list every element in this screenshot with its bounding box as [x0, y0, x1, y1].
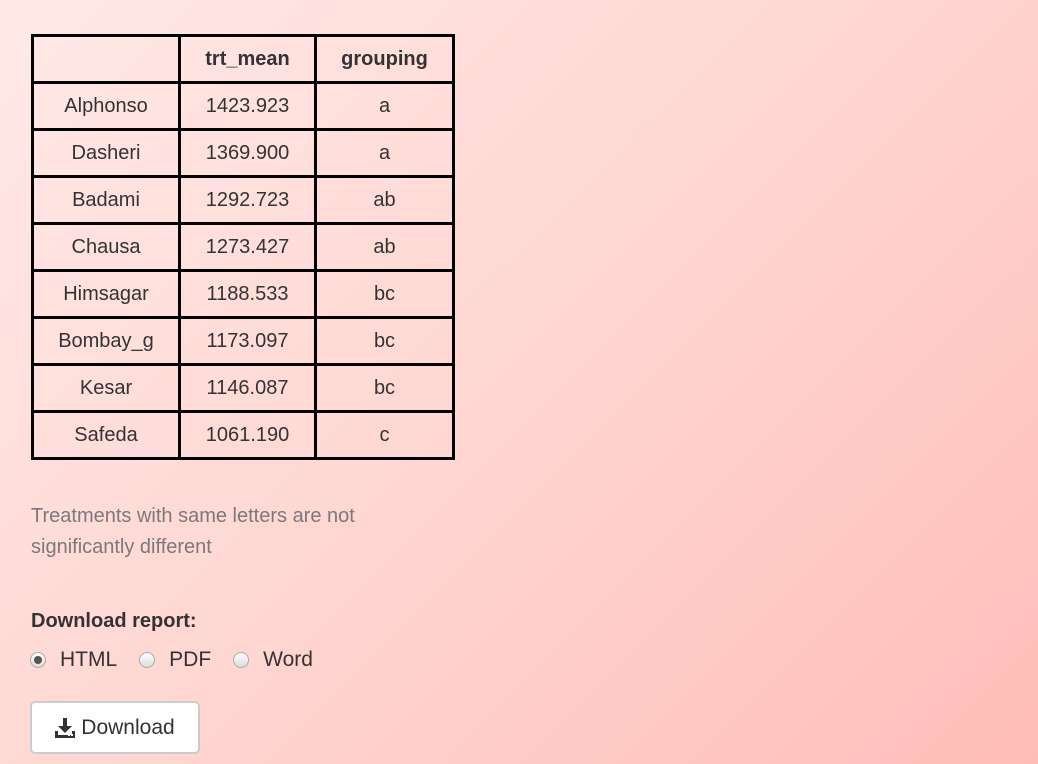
- cell-trt-mean: 1173.097: [178, 316, 317, 366]
- radio-option-word[interactable]: Word: [233, 648, 313, 672]
- table-row: Chausa 1273.427 ab: [31, 222, 455, 272]
- cell-grouping: bc: [314, 316, 455, 366]
- download-icon: [55, 717, 76, 739]
- table-row: Himsagar 1188.533 bc: [31, 269, 455, 319]
- table-header-row: trt_mean grouping: [31, 34, 455, 84]
- cell-trt-mean: 1423.923: [178, 81, 317, 131]
- radio-button-pdf[interactable]: [139, 652, 156, 668]
- results-table-container: trt_mean grouping Alphonso 1423.923 a Da…: [31, 34, 455, 460]
- cell-treatment: Safeda: [31, 410, 181, 460]
- radio-option-html[interactable]: HTML: [30, 648, 117, 672]
- cell-grouping: ab: [314, 222, 455, 272]
- cell-treatment: Kesar: [31, 363, 181, 413]
- cell-grouping: a: [314, 128, 455, 178]
- table-row: Kesar 1146.087 bc: [31, 363, 455, 413]
- cell-grouping: bc: [314, 269, 455, 319]
- header-grouping: grouping: [314, 34, 455, 84]
- cell-trt-mean: 1273.427: [178, 222, 317, 272]
- cell-treatment: Badami: [31, 175, 181, 225]
- table-row: Bombay_g 1173.097 bc: [31, 316, 455, 366]
- cell-grouping: a: [314, 81, 455, 131]
- download-button-label: Download: [81, 715, 175, 739]
- radio-label-pdf: PDF: [169, 648, 212, 671]
- radio-button-word[interactable]: [233, 652, 250, 668]
- results-table: trt_mean grouping Alphonso 1423.923 a Da…: [31, 34, 455, 460]
- download-report-label: Download report:: [31, 610, 197, 632]
- table-row: Safeda 1061.190 c: [31, 410, 455, 460]
- radio-label-word: Word: [263, 648, 313, 671]
- download-button[interactable]: Download: [30, 701, 200, 754]
- cell-treatment: Chausa: [31, 222, 181, 272]
- cell-trt-mean: 1369.900: [178, 128, 317, 178]
- cell-trt-mean: 1292.723: [178, 175, 317, 225]
- radio-label-html: HTML: [60, 648, 118, 671]
- report-format-radio-group: HTML PDF Word: [30, 648, 335, 672]
- cell-treatment: Bombay_g: [31, 316, 181, 366]
- cell-treatment: Dasheri: [31, 128, 181, 178]
- cell-grouping: ab: [314, 175, 455, 225]
- table-row: Dasheri 1369.900 a: [31, 128, 455, 178]
- cell-grouping: bc: [314, 363, 455, 413]
- table-row: Badami 1292.723 ab: [31, 175, 455, 225]
- header-treatment: [31, 34, 181, 84]
- cell-treatment: Himsagar: [31, 269, 181, 319]
- cell-trt-mean: 1146.087: [178, 363, 317, 413]
- cell-trt-mean: 1061.190: [178, 410, 317, 460]
- radio-option-pdf[interactable]: PDF: [139, 648, 211, 672]
- cell-trt-mean: 1188.533: [178, 269, 317, 319]
- table-row: Alphonso 1423.923 a: [31, 81, 455, 131]
- significance-note: Treatments with same letters are not sig…: [31, 505, 355, 558]
- cell-treatment: Alphonso: [31, 81, 181, 131]
- radio-button-html[interactable]: [30, 652, 46, 668]
- header-trt-mean: trt_mean: [178, 34, 317, 84]
- cell-grouping: c: [314, 410, 455, 460]
